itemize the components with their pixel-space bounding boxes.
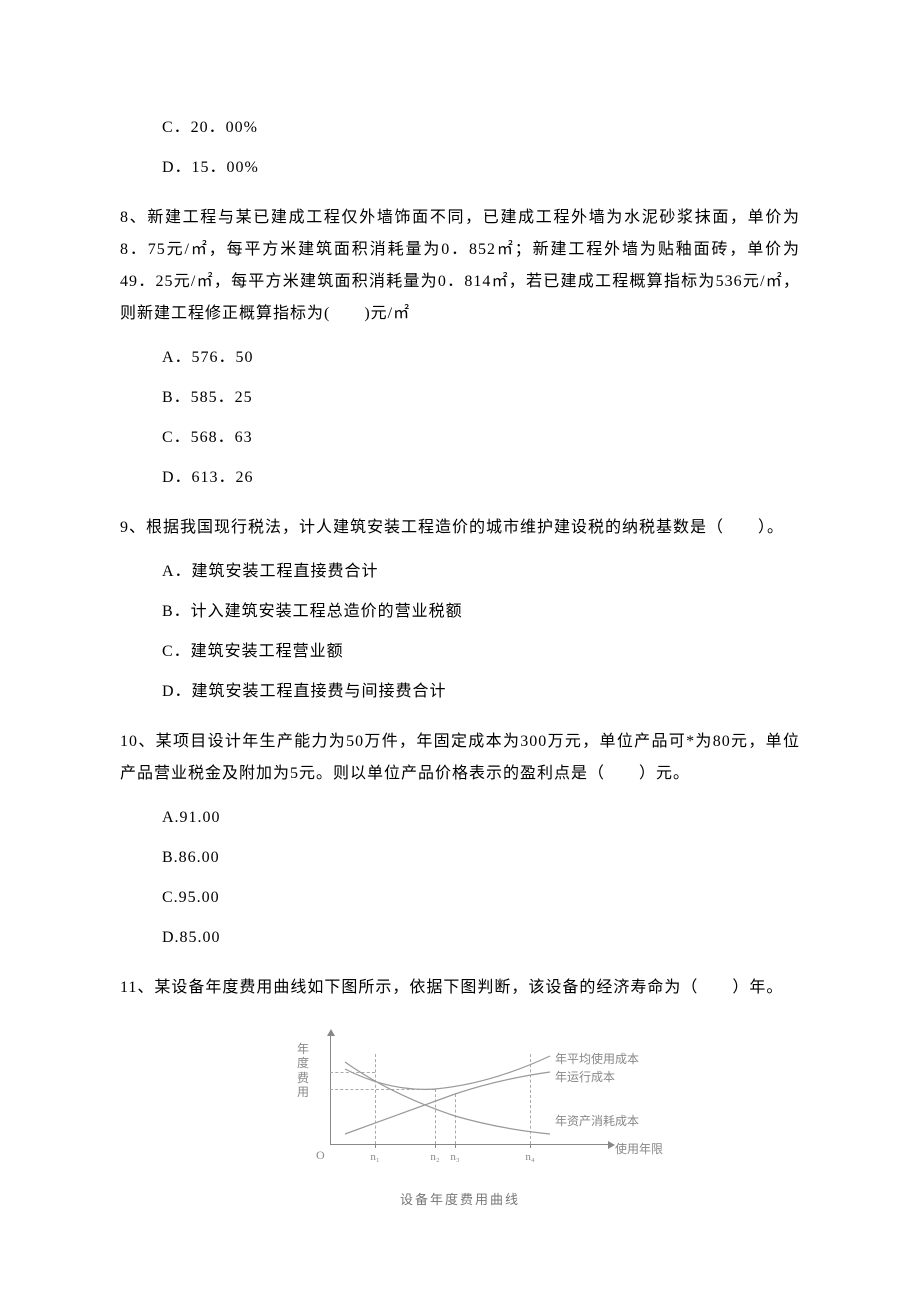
legend-run-cost: 年运行成本 bbox=[555, 1068, 615, 1086]
q8-option-a: A．576．50 bbox=[162, 346, 800, 370]
q8-option-d: D．613．26 bbox=[162, 466, 800, 490]
q9-option-c: C．建筑安装工程营业额 bbox=[162, 640, 800, 664]
q8-option-c: C．568．63 bbox=[162, 426, 800, 450]
figure-caption: 设备年度费用曲线 bbox=[120, 1190, 800, 1210]
q10-stem: 10、某项目设计年生产能力为50万件，年固定成本为300万元，单位产品可*为80… bbox=[120, 726, 800, 790]
q8-option-b: B．585．25 bbox=[162, 386, 800, 410]
q10-option-b: B.86.00 bbox=[162, 846, 800, 870]
q10-option-d: D.85.00 bbox=[162, 926, 800, 950]
document-page: C．20．00% D．15．00% 8、新建工程与某已建成工程仅外墙饰面不同，已… bbox=[0, 0, 920, 1302]
q9-option-d: D．建筑安装工程直接费与间接费合计 bbox=[162, 680, 800, 704]
q8-stem: 8、新建工程与某已建成工程仅外墙饰面不同，已建成工程外墙为水泥砂浆抹面，单价为8… bbox=[120, 202, 800, 330]
q11-figure: 年度费用 O n₁ n₂ n₃ n₄ 年平均使用成本 bbox=[280, 1034, 640, 1174]
x-axis-label: 使用年限 bbox=[615, 1140, 663, 1158]
legend-avg-cost: 年平均使用成本 bbox=[555, 1050, 639, 1068]
q9-option-b: B．计入建筑安装工程总造价的营业税额 bbox=[162, 600, 800, 624]
q11-stem: 11、某设备年度费用曲线如下图所示，依据下图判断，该设备的经济寿命为（ ）年。 bbox=[120, 972, 800, 1004]
q9-stem: 9、根据我国现行税法，计人建筑安装工程造价的城市维护建设税的纳税基数是（ ）。 bbox=[120, 512, 800, 544]
legend-asset-cost: 年资产消耗成本 bbox=[555, 1112, 639, 1130]
q7-option-d: D．15．00% bbox=[162, 156, 800, 180]
q9-option-a: A．建筑安装工程直接费合计 bbox=[162, 560, 800, 584]
q10-option-a: A.91.00 bbox=[162, 806, 800, 830]
q10-option-c: C.95.00 bbox=[162, 886, 800, 910]
curve-avg-cost bbox=[345, 1056, 550, 1089]
q11-figure-wrap: 年度费用 O n₁ n₂ n₃ n₄ 年平均使用成本 bbox=[120, 1034, 800, 1210]
q7-option-c: C．20．00% bbox=[162, 116, 800, 140]
